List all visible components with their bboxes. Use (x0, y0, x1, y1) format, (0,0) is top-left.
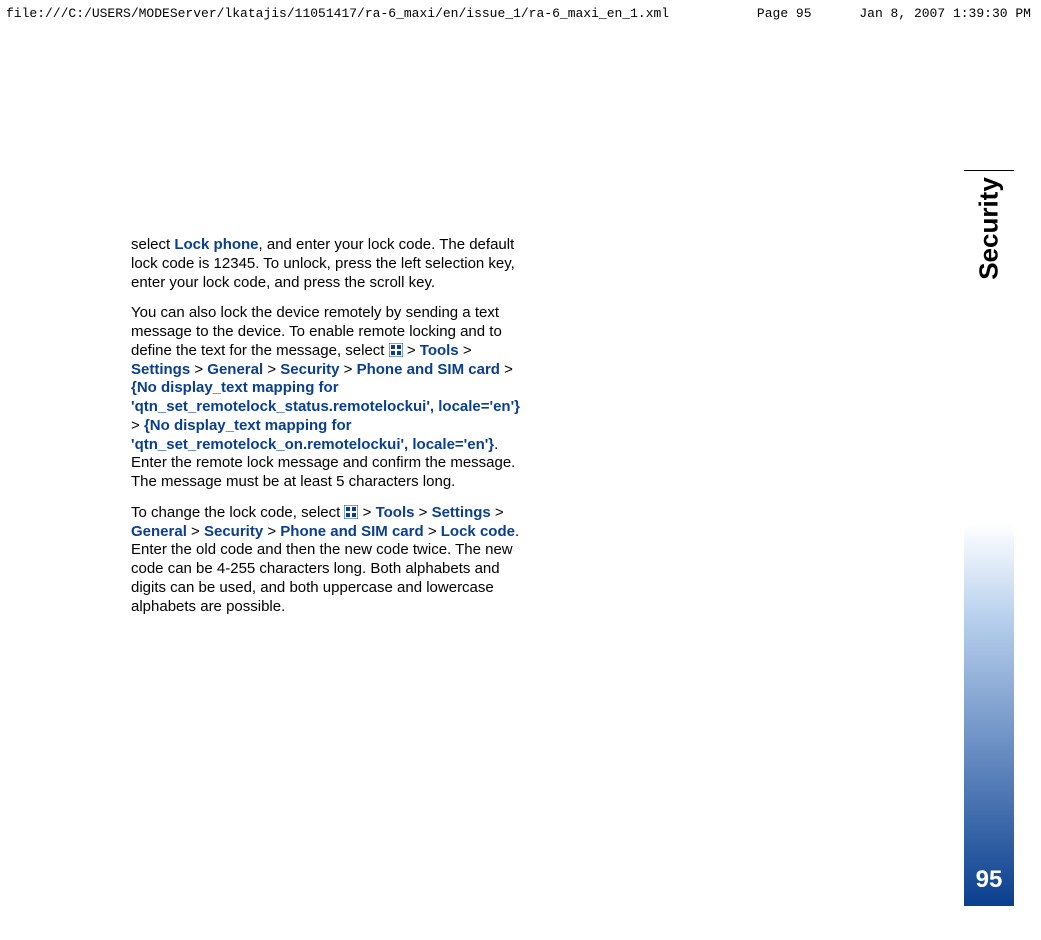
print-header: file:///C:/USERS/MODEServer/lkatajis/110… (0, 6, 1041, 21)
separator: > (187, 523, 204, 540)
separator: > (358, 504, 375, 521)
paragraph-change-lock-code: To change the lock code, select > Tools … (131, 504, 531, 617)
paragraph-remote-lock: You can also lock the device remotely by… (131, 304, 531, 492)
separator: > (424, 523, 441, 540)
text: To change the lock code, select (131, 504, 344, 521)
ui-lock-phone: Lock phone (174, 236, 258, 253)
menu-icon (344, 505, 358, 519)
side-tab: Security 95 (964, 170, 1014, 906)
ui-tools: Tools (376, 504, 415, 521)
separator: > (414, 504, 431, 521)
text: select (131, 236, 174, 253)
ui-phone-sim: Phone and SIM card (280, 523, 423, 540)
menu-icon (389, 343, 403, 357)
ui-settings: Settings (131, 361, 190, 378)
separator: > (491, 504, 504, 521)
separator: > (339, 361, 356, 378)
separator: > (263, 361, 280, 378)
ui-phone-sim: Phone and SIM card (357, 361, 500, 378)
separator: > (403, 342, 420, 359)
separator: > (190, 361, 207, 378)
main-content: select Lock phone, and enter your lock c… (131, 236, 531, 628)
page-number: 95 (976, 866, 1003, 894)
ui-lock-code: Lock code (441, 523, 515, 540)
separator: > (263, 523, 280, 540)
ui-tools: Tools (420, 342, 459, 359)
header-page: Page 95 (717, 6, 812, 21)
paragraph-lock-phone: select Lock phone, and enter your lock c… (131, 236, 531, 292)
ui-no-map-on: {No display_text mapping for 'qtn_set_re… (131, 417, 494, 453)
ui-settings: Settings (432, 504, 491, 521)
ui-security: Security (280, 361, 339, 378)
page-body: Security 95 select Lock phone, and enter… (26, 30, 1014, 900)
separator: > (500, 361, 513, 378)
section-label: Security (974, 177, 1005, 280)
ui-general: General (207, 361, 263, 378)
ui-general: General (131, 523, 187, 540)
header-path: file:///C:/USERS/MODEServer/lkatajis/110… (6, 6, 669, 21)
separator: > (131, 417, 144, 434)
ui-no-map-status: {No display_text mapping for 'qtn_set_re… (131, 379, 520, 415)
header-datetime: Jan 8, 2007 1:39:30 PM (859, 6, 1031, 21)
ui-security: Security (204, 523, 263, 540)
separator: > (459, 342, 472, 359)
